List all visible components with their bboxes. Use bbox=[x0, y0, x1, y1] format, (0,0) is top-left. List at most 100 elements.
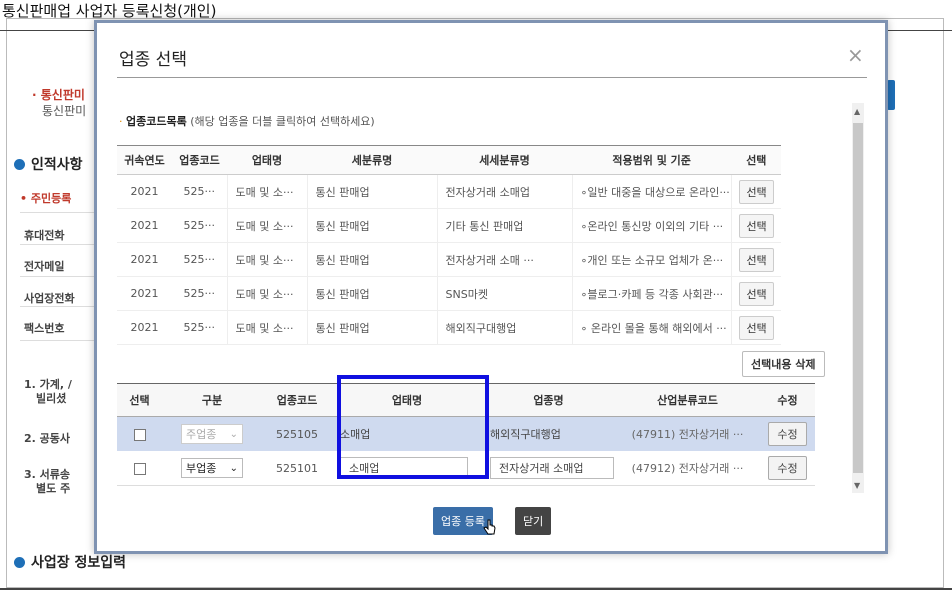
col-header: 업태명 bbox=[332, 383, 482, 417]
cell-code: 525··· bbox=[172, 174, 227, 209]
table-row[interactable]: 2021 525··· 도매 및 소··· 통신 판매업 전자상거래 소매 ··… bbox=[117, 242, 782, 277]
field-email-label: 전자메일 bbox=[24, 260, 65, 273]
edit-button[interactable]: 수정 bbox=[768, 456, 807, 480]
field-fax-label: 팩스번호 bbox=[24, 322, 65, 335]
edit-button[interactable]: 수정 bbox=[768, 422, 807, 446]
cell-industry-code: (47912) 전자상거래 ··· bbox=[615, 451, 760, 486]
type-input[interactable]: 소매업 bbox=[340, 457, 468, 479]
col-header: 세분류명 bbox=[307, 145, 437, 175]
kind-select[interactable]: 부업종 ⌄ bbox=[181, 458, 243, 478]
col-header: 구분 bbox=[162, 383, 262, 417]
cell-subsub: 기타 통신 판매업 bbox=[436, 208, 572, 243]
modal-title: 업종 선택 bbox=[119, 50, 187, 70]
col-header: 세세분류명 bbox=[437, 145, 572, 175]
kind-select[interactable]: 주업종 ⌄ bbox=[181, 424, 243, 444]
page-bottom-border bbox=[0, 588, 952, 590]
table-header-row: 귀속연도 업종코드 업태명 세분류명 세세분류명 적용범위 및 기준 선택 bbox=[117, 145, 782, 175]
close-icon[interactable]: × bbox=[847, 43, 864, 67]
field-phone-label: 사업장전화 bbox=[24, 292, 75, 305]
page-accent-block bbox=[887, 80, 895, 110]
section-dot-icon bbox=[14, 159, 25, 170]
note-2: 2. 공동사 bbox=[24, 432, 71, 445]
cell-type: 도매 및 소··· bbox=[226, 276, 307, 311]
cell-code: 525··· bbox=[172, 276, 227, 311]
table-row[interactable]: 2021 525··· 도매 및 소··· 통신 판매업 기타 통신 판매업 ∘… bbox=[117, 208, 782, 243]
select-button[interactable]: 선택 bbox=[739, 315, 774, 340]
table-header-row: 선택 구분 업종코드 업태명 업종명 산업분류코드 수정 bbox=[117, 383, 815, 417]
modal-title-divider bbox=[117, 77, 867, 78]
cell-type: 도매 및 소··· bbox=[226, 242, 307, 277]
table-row[interactable]: 2021 525··· 도매 및 소··· 통신 판매업 전자상거래 소매업 ∘… bbox=[117, 174, 782, 209]
col-header: 선택 bbox=[731, 145, 782, 175]
cell-subsub: 해외직구대행업 bbox=[436, 310, 572, 345]
cell-scope: ∘개인 또는 소규모 업체가 온··· bbox=[571, 242, 732, 277]
cell-scope: ∘온라인 통신망 이외의 기타 ··· bbox=[571, 208, 732, 243]
industry-select-modal: 업종 선택 × · 업종코드목록 (해당 업종을 더블 클릭하여 선택하세요) … bbox=[94, 20, 888, 554]
table-row[interactable]: 부업종 ⌄ 525101 소매업 전자상거래 소매업 (47912) 전자상거래 … bbox=[117, 451, 815, 486]
cell-code: 525··· bbox=[172, 208, 227, 243]
cell-type: 도매 및 소··· bbox=[226, 208, 307, 243]
note-3b: 별도 주 bbox=[36, 482, 71, 495]
section-bullet: · 통신판미 bbox=[32, 88, 85, 102]
cell-type: 도매 및 소··· bbox=[226, 310, 307, 345]
scroll-down-icon[interactable]: ▼ bbox=[854, 481, 860, 490]
cell-year: 2021 bbox=[117, 174, 172, 209]
section-subtext: 통신판미 bbox=[42, 104, 87, 118]
cell-sub: 통신 판매업 bbox=[306, 242, 437, 277]
select-button[interactable]: 선택 bbox=[739, 179, 774, 204]
cell-name: 해외직구대행업 bbox=[482, 416, 615, 451]
cell-type: 도매 및 소··· bbox=[226, 174, 307, 209]
cell-scope: ∘일반 대중을 대상으로 온라인··· bbox=[571, 174, 732, 209]
section-business: 사업장 정보입력 bbox=[14, 552, 126, 572]
row-checkbox[interactable] bbox=[133, 428, 146, 441]
divider bbox=[20, 306, 100, 307]
field-mobile-label: 휴대전화 bbox=[24, 229, 65, 242]
chevron-down-icon: ⌄ bbox=[229, 463, 238, 474]
divider bbox=[20, 340, 100, 341]
divider bbox=[20, 244, 100, 245]
col-header: 산업분류코드 bbox=[615, 383, 760, 417]
cell-type: 소매업 bbox=[332, 416, 482, 451]
cell-sub: 통신 판매업 bbox=[306, 276, 437, 311]
modal-scrollbar[interactable]: ▲ ▼ bbox=[852, 103, 864, 493]
cell-scope: ∘ 온라인 몰을 통해 해외에서 ··· bbox=[571, 310, 732, 345]
select-button[interactable]: 선택 bbox=[739, 281, 774, 306]
table-row[interactable]: 2021 525··· 도매 및 소··· 통신 판매업 해외직구대행업 ∘ 온… bbox=[117, 310, 782, 345]
col-header: 적용범위 및 기준 bbox=[572, 145, 732, 175]
cell-code: 525··· bbox=[172, 242, 227, 277]
cell-year: 2021 bbox=[117, 310, 172, 345]
cell-code: 525105 bbox=[262, 416, 332, 451]
selected-industry-table: 선택 구분 업종코드 업태명 업종명 산업분류코드 수정 주업종 ⌄ 525105… bbox=[117, 383, 815, 486]
field-resident-label: • 주민등록 bbox=[20, 192, 72, 205]
note-1b: 빌리셨 bbox=[36, 392, 67, 405]
col-header: 선택 bbox=[117, 383, 162, 417]
name-input[interactable]: 전자상거래 소매업 bbox=[490, 457, 614, 479]
cell-subsub: SNS마켓 bbox=[436, 276, 572, 311]
scroll-up-icon[interactable]: ▲ bbox=[854, 107, 860, 116]
table-row[interactable]: 주업종 ⌄ 525105 소매업 해외직구대행업 (47911) 전자상거래 ··… bbox=[117, 416, 815, 451]
col-header: 업종코드 bbox=[172, 145, 227, 175]
select-button[interactable]: 선택 bbox=[739, 247, 774, 272]
cell-year: 2021 bbox=[117, 276, 172, 311]
col-header: 업종코드 bbox=[262, 383, 332, 417]
section-dot-icon bbox=[14, 557, 25, 568]
cell-subsub: 전자상거래 소매업 bbox=[436, 174, 572, 209]
table-row[interactable]: 2021 525··· 도매 및 소··· 통신 판매업 SNS마켓 ∘블로그·… bbox=[117, 276, 782, 311]
cell-sub: 통신 판매업 bbox=[306, 208, 437, 243]
cell-year: 2021 bbox=[117, 208, 172, 243]
select-button[interactable]: 선택 bbox=[739, 213, 774, 238]
col-header: 수정 bbox=[760, 383, 815, 417]
col-header: 업종명 bbox=[482, 383, 615, 417]
scroll-thumb[interactable] bbox=[853, 123, 863, 473]
delete-selection-button[interactable]: 선택내용 삭제 bbox=[742, 351, 825, 377]
cell-sub: 통신 판매업 bbox=[306, 174, 437, 209]
divider bbox=[20, 276, 100, 277]
col-header: 귀속연도 bbox=[117, 145, 172, 175]
section-personal: 인적사항 bbox=[14, 154, 83, 174]
industry-code-table: 귀속연도 업종코드 업태명 세분류명 세세분류명 적용범위 및 기준 선택 20… bbox=[117, 145, 782, 345]
industry-list-label: · 업종코드목록 (해당 업종을 더블 클릭하여 선택하세요) bbox=[119, 115, 375, 128]
cell-year: 2021 bbox=[117, 242, 172, 277]
row-checkbox[interactable] bbox=[133, 462, 146, 475]
chevron-down-icon: ⌄ bbox=[229, 429, 238, 440]
close-button[interactable]: 닫기 bbox=[515, 507, 552, 535]
